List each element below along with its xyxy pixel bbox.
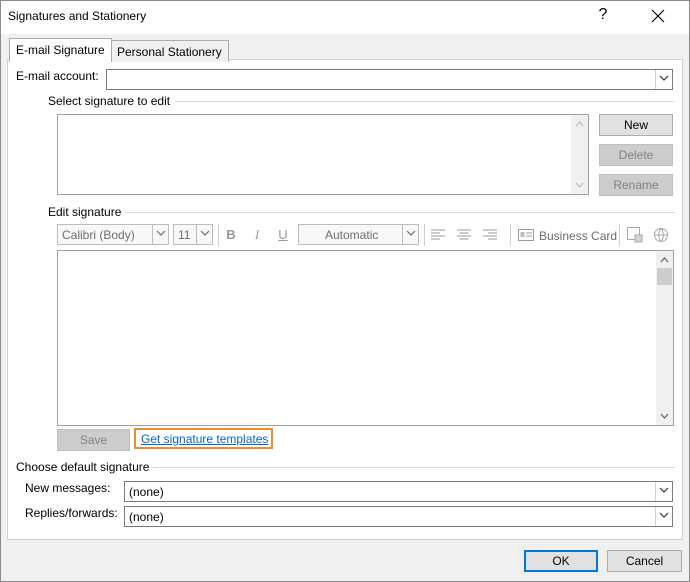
chevron-down-icon xyxy=(196,225,212,244)
font-family-dropdown[interactable]: Calibri (Body) xyxy=(57,224,169,245)
tab-email-signature[interactable]: E-mail Signature xyxy=(9,38,112,62)
default-signature-heading: Choose default signature xyxy=(16,460,150,474)
new-messages-label: New messages: xyxy=(25,481,111,495)
align-center-icon xyxy=(457,229,471,240)
toolbar-separator xyxy=(218,224,219,246)
divider xyxy=(125,212,675,213)
picture-icon xyxy=(627,227,643,243)
scroll-thumb[interactable] xyxy=(657,268,672,285)
font-color-dropdown[interactable]: Automatic xyxy=(298,224,419,245)
cancel-button[interactable]: Cancel xyxy=(607,550,682,572)
chevron-down-icon xyxy=(655,70,672,89)
toolbar-separator xyxy=(424,224,425,246)
window-title: Signatures and Stationery xyxy=(8,9,147,23)
close-icon xyxy=(651,9,665,23)
delete-button-label: Delete xyxy=(618,148,654,162)
save-button-label: Save xyxy=(79,433,108,447)
new-button-label: New xyxy=(623,118,648,132)
signature-list-scrollbar[interactable] xyxy=(571,115,588,194)
chevron-down-icon xyxy=(152,225,168,244)
italic-button[interactable]: I xyxy=(247,225,267,245)
email-account-dropdown[interactable] xyxy=(106,69,673,90)
ok-button[interactable]: OK xyxy=(524,550,598,572)
chevron-down-icon xyxy=(402,225,418,244)
select-signature-heading: Select signature to edit xyxy=(48,94,171,108)
font-color-value: Automatic xyxy=(325,228,379,242)
business-card-label: Business Card xyxy=(539,229,618,243)
chevron-down-icon xyxy=(655,507,672,526)
signature-editor[interactable] xyxy=(57,250,674,426)
new-messages-dropdown[interactable]: (none) xyxy=(124,481,673,502)
bold-button[interactable]: B xyxy=(221,225,241,245)
business-card-icon xyxy=(518,229,534,241)
replies-forwards-value: (none) xyxy=(129,510,164,524)
scroll-up-icon xyxy=(660,257,669,263)
rename-button-label: Rename xyxy=(613,178,659,192)
rename-signature-button[interactable]: Rename xyxy=(599,174,673,196)
new-messages-value: (none) xyxy=(129,485,164,499)
insert-hyperlink-button[interactable] xyxy=(653,227,669,246)
font-family-value: Calibri (Body) xyxy=(62,228,135,242)
hyperlink-icon xyxy=(654,228,668,242)
new-signature-button[interactable]: New xyxy=(599,114,673,136)
ok-button-label: OK xyxy=(552,554,570,568)
save-button[interactable]: Save xyxy=(57,429,130,451)
close-button[interactable] xyxy=(646,5,670,28)
delete-signature-button[interactable]: Delete xyxy=(599,144,673,166)
align-center-button[interactable] xyxy=(457,229,471,244)
align-right-button[interactable] xyxy=(483,229,497,244)
toolbar-separator xyxy=(510,224,511,246)
tab-personal-stationery-label: Personal Stationery xyxy=(117,45,222,59)
font-size-dropdown[interactable]: 11 xyxy=(173,224,213,245)
scroll-up-icon xyxy=(575,121,584,127)
insert-picture-button[interactable] xyxy=(627,227,643,246)
align-right-icon xyxy=(483,229,497,240)
get-signature-templates-link[interactable]: Get signature templates xyxy=(141,432,268,446)
replies-forwards-dropdown[interactable]: (none) xyxy=(124,506,673,527)
align-left-icon xyxy=(431,229,445,240)
email-account-label: E-mail account: xyxy=(16,69,99,83)
chevron-down-icon xyxy=(655,482,672,501)
signature-list[interactable] xyxy=(57,114,589,195)
scroll-down-icon xyxy=(575,182,584,188)
tab-email-signature-label: E-mail Signature xyxy=(16,43,105,57)
toolbar-separator xyxy=(619,224,620,246)
divider xyxy=(153,467,675,468)
underline-button[interactable]: U xyxy=(273,225,293,245)
scroll-down-icon xyxy=(660,413,669,419)
edit-signature-heading: Edit signature xyxy=(48,205,122,219)
divider xyxy=(175,101,675,102)
align-left-button[interactable] xyxy=(431,229,445,244)
tab-personal-stationery[interactable]: Personal Stationery xyxy=(110,40,229,62)
cancel-button-label: Cancel xyxy=(625,554,664,568)
replies-forwards-label: Replies/forwards: xyxy=(25,506,118,520)
help-button[interactable]: ? xyxy=(593,6,613,24)
signature-editor-scrollbar[interactable] xyxy=(656,251,673,425)
font-size-value: 11 xyxy=(178,228,191,242)
